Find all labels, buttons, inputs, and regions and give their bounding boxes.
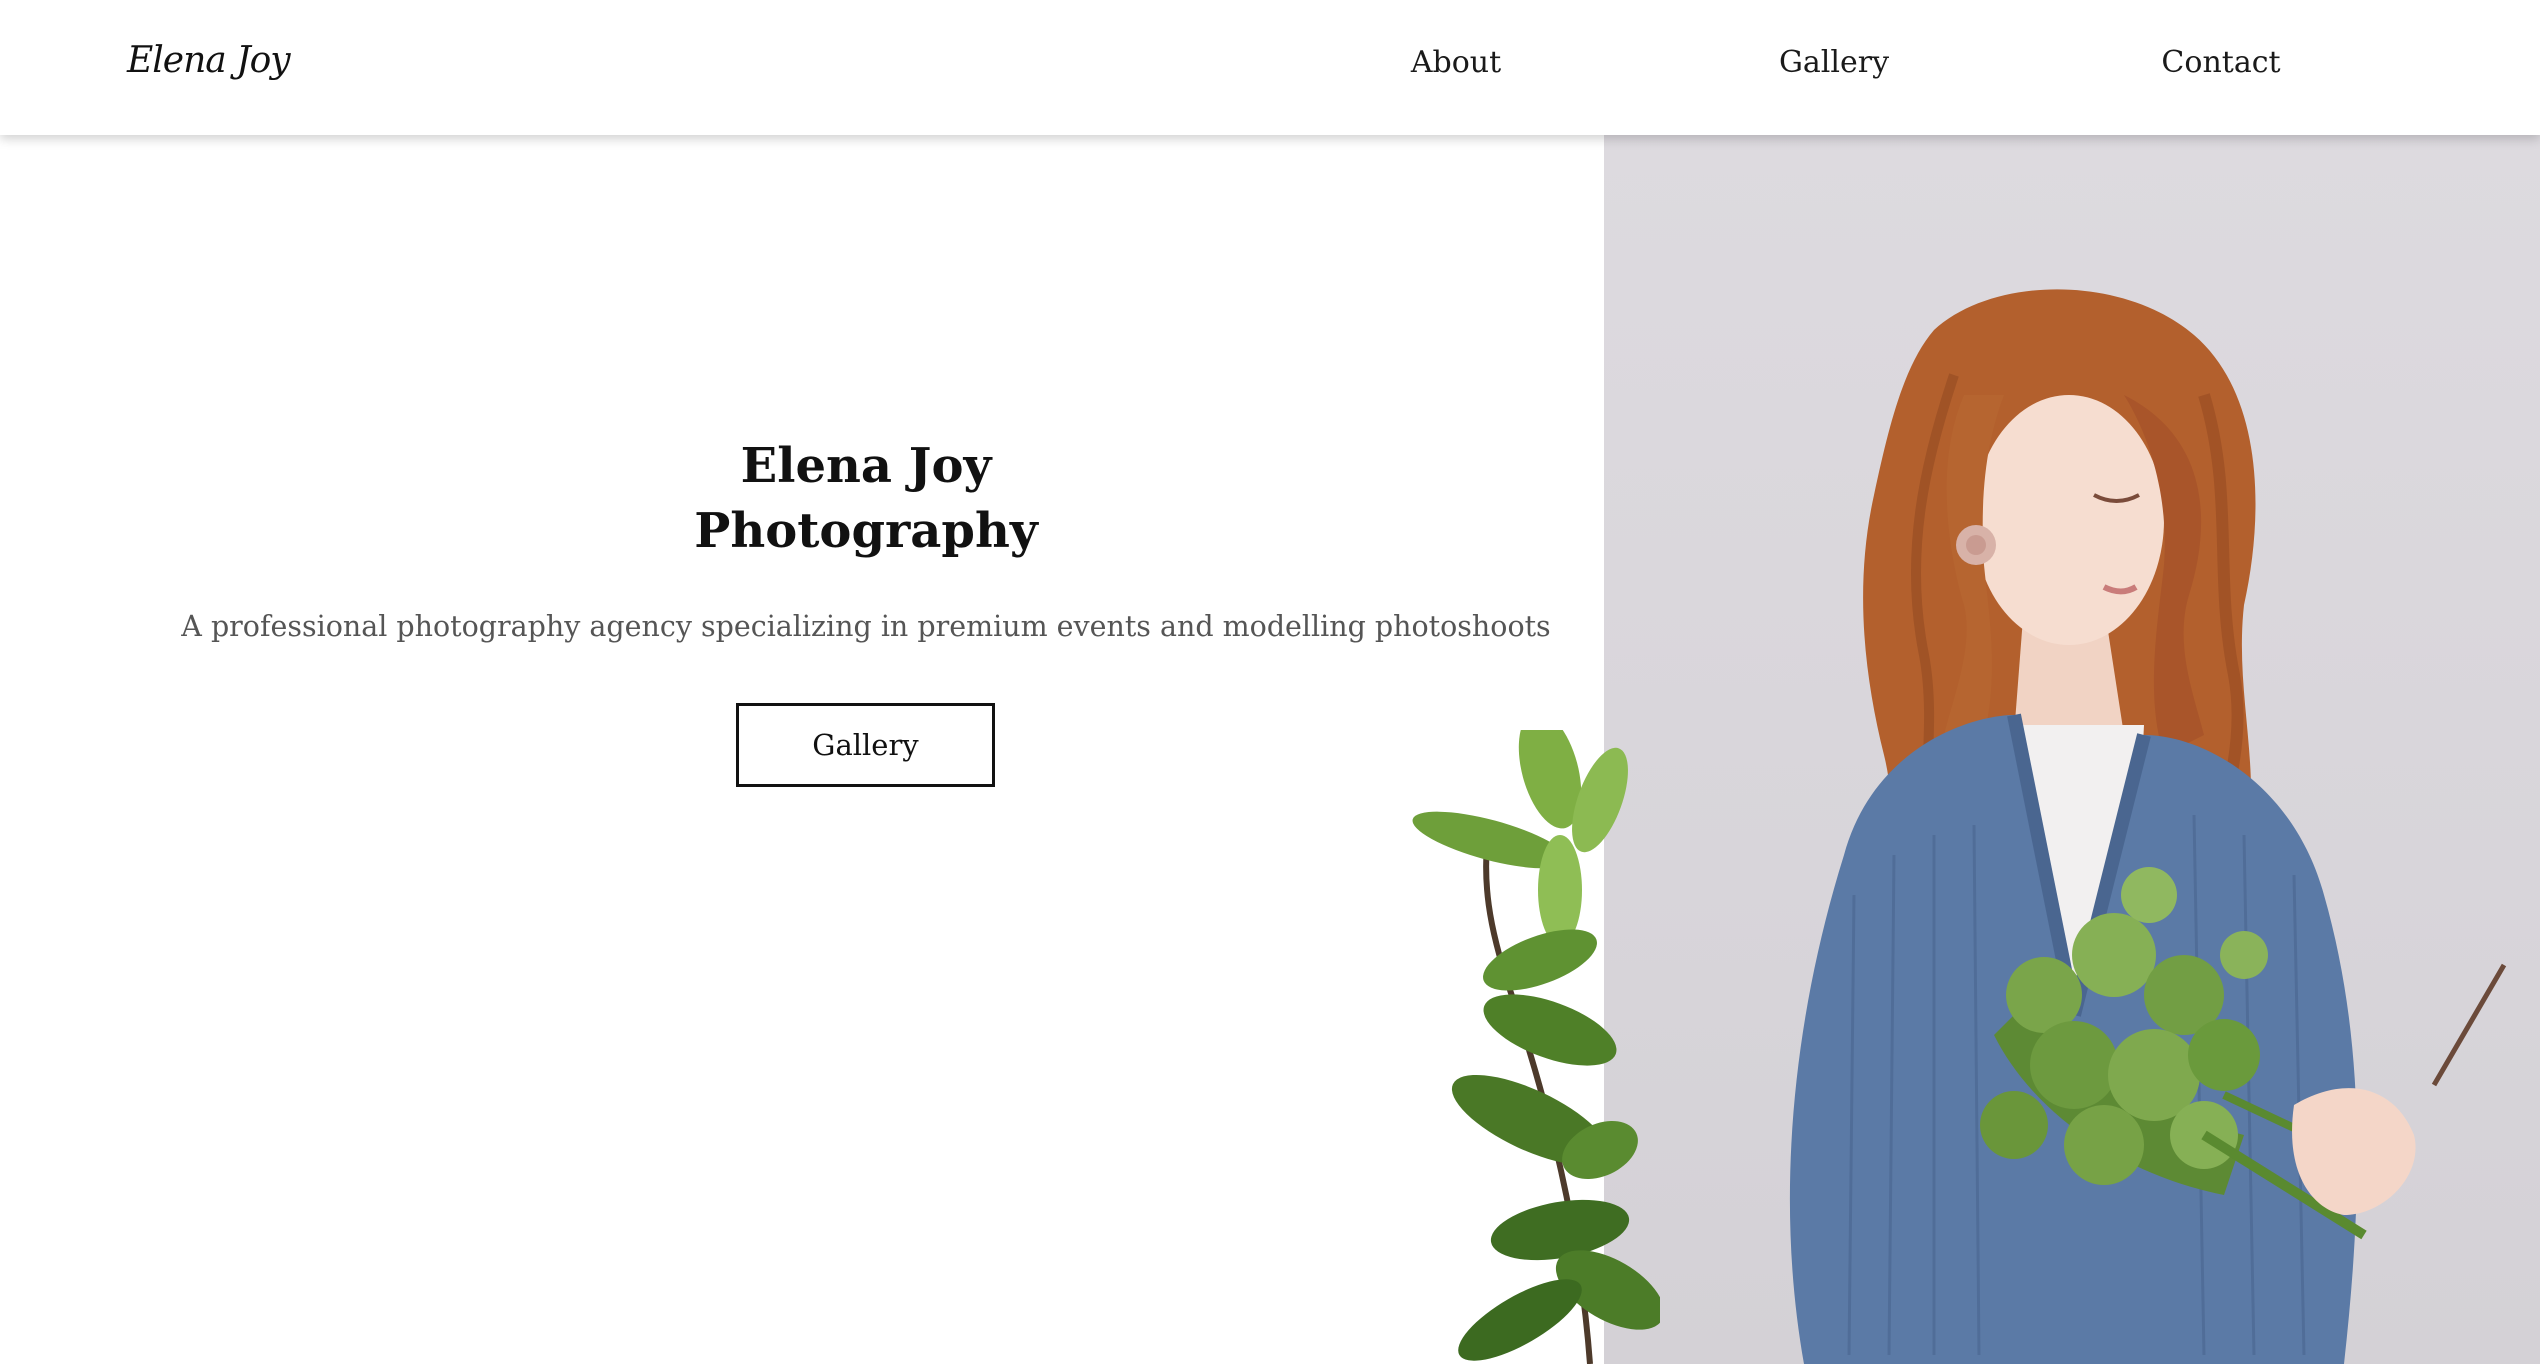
site-header: Elena Joy About Gallery Contact xyxy=(0,0,2540,135)
page: Elena Joy About Gallery Contact Elena Jo… xyxy=(0,0,2540,1364)
hero-title-line-1: Elena Joy xyxy=(740,438,992,494)
hero-photo xyxy=(1604,135,2540,1364)
hero-title: Elena Joy Photography xyxy=(0,434,1732,564)
main-nav: About Gallery Contact xyxy=(0,45,2540,85)
gallery-button[interactable]: Gallery xyxy=(736,703,995,787)
leaves-decoration xyxy=(1412,730,1660,1364)
woman-with-bouquet-image xyxy=(1789,289,2507,1364)
hero-title-line-2: Photography xyxy=(694,503,1038,559)
nav-link-about[interactable]: About xyxy=(1411,45,1501,80)
nav-link-gallery[interactable]: Gallery xyxy=(1779,45,1889,80)
nav-link-contact[interactable]: Contact xyxy=(2161,45,2280,80)
hero-subtitle: A professional photography agency specia… xyxy=(181,610,1551,643)
